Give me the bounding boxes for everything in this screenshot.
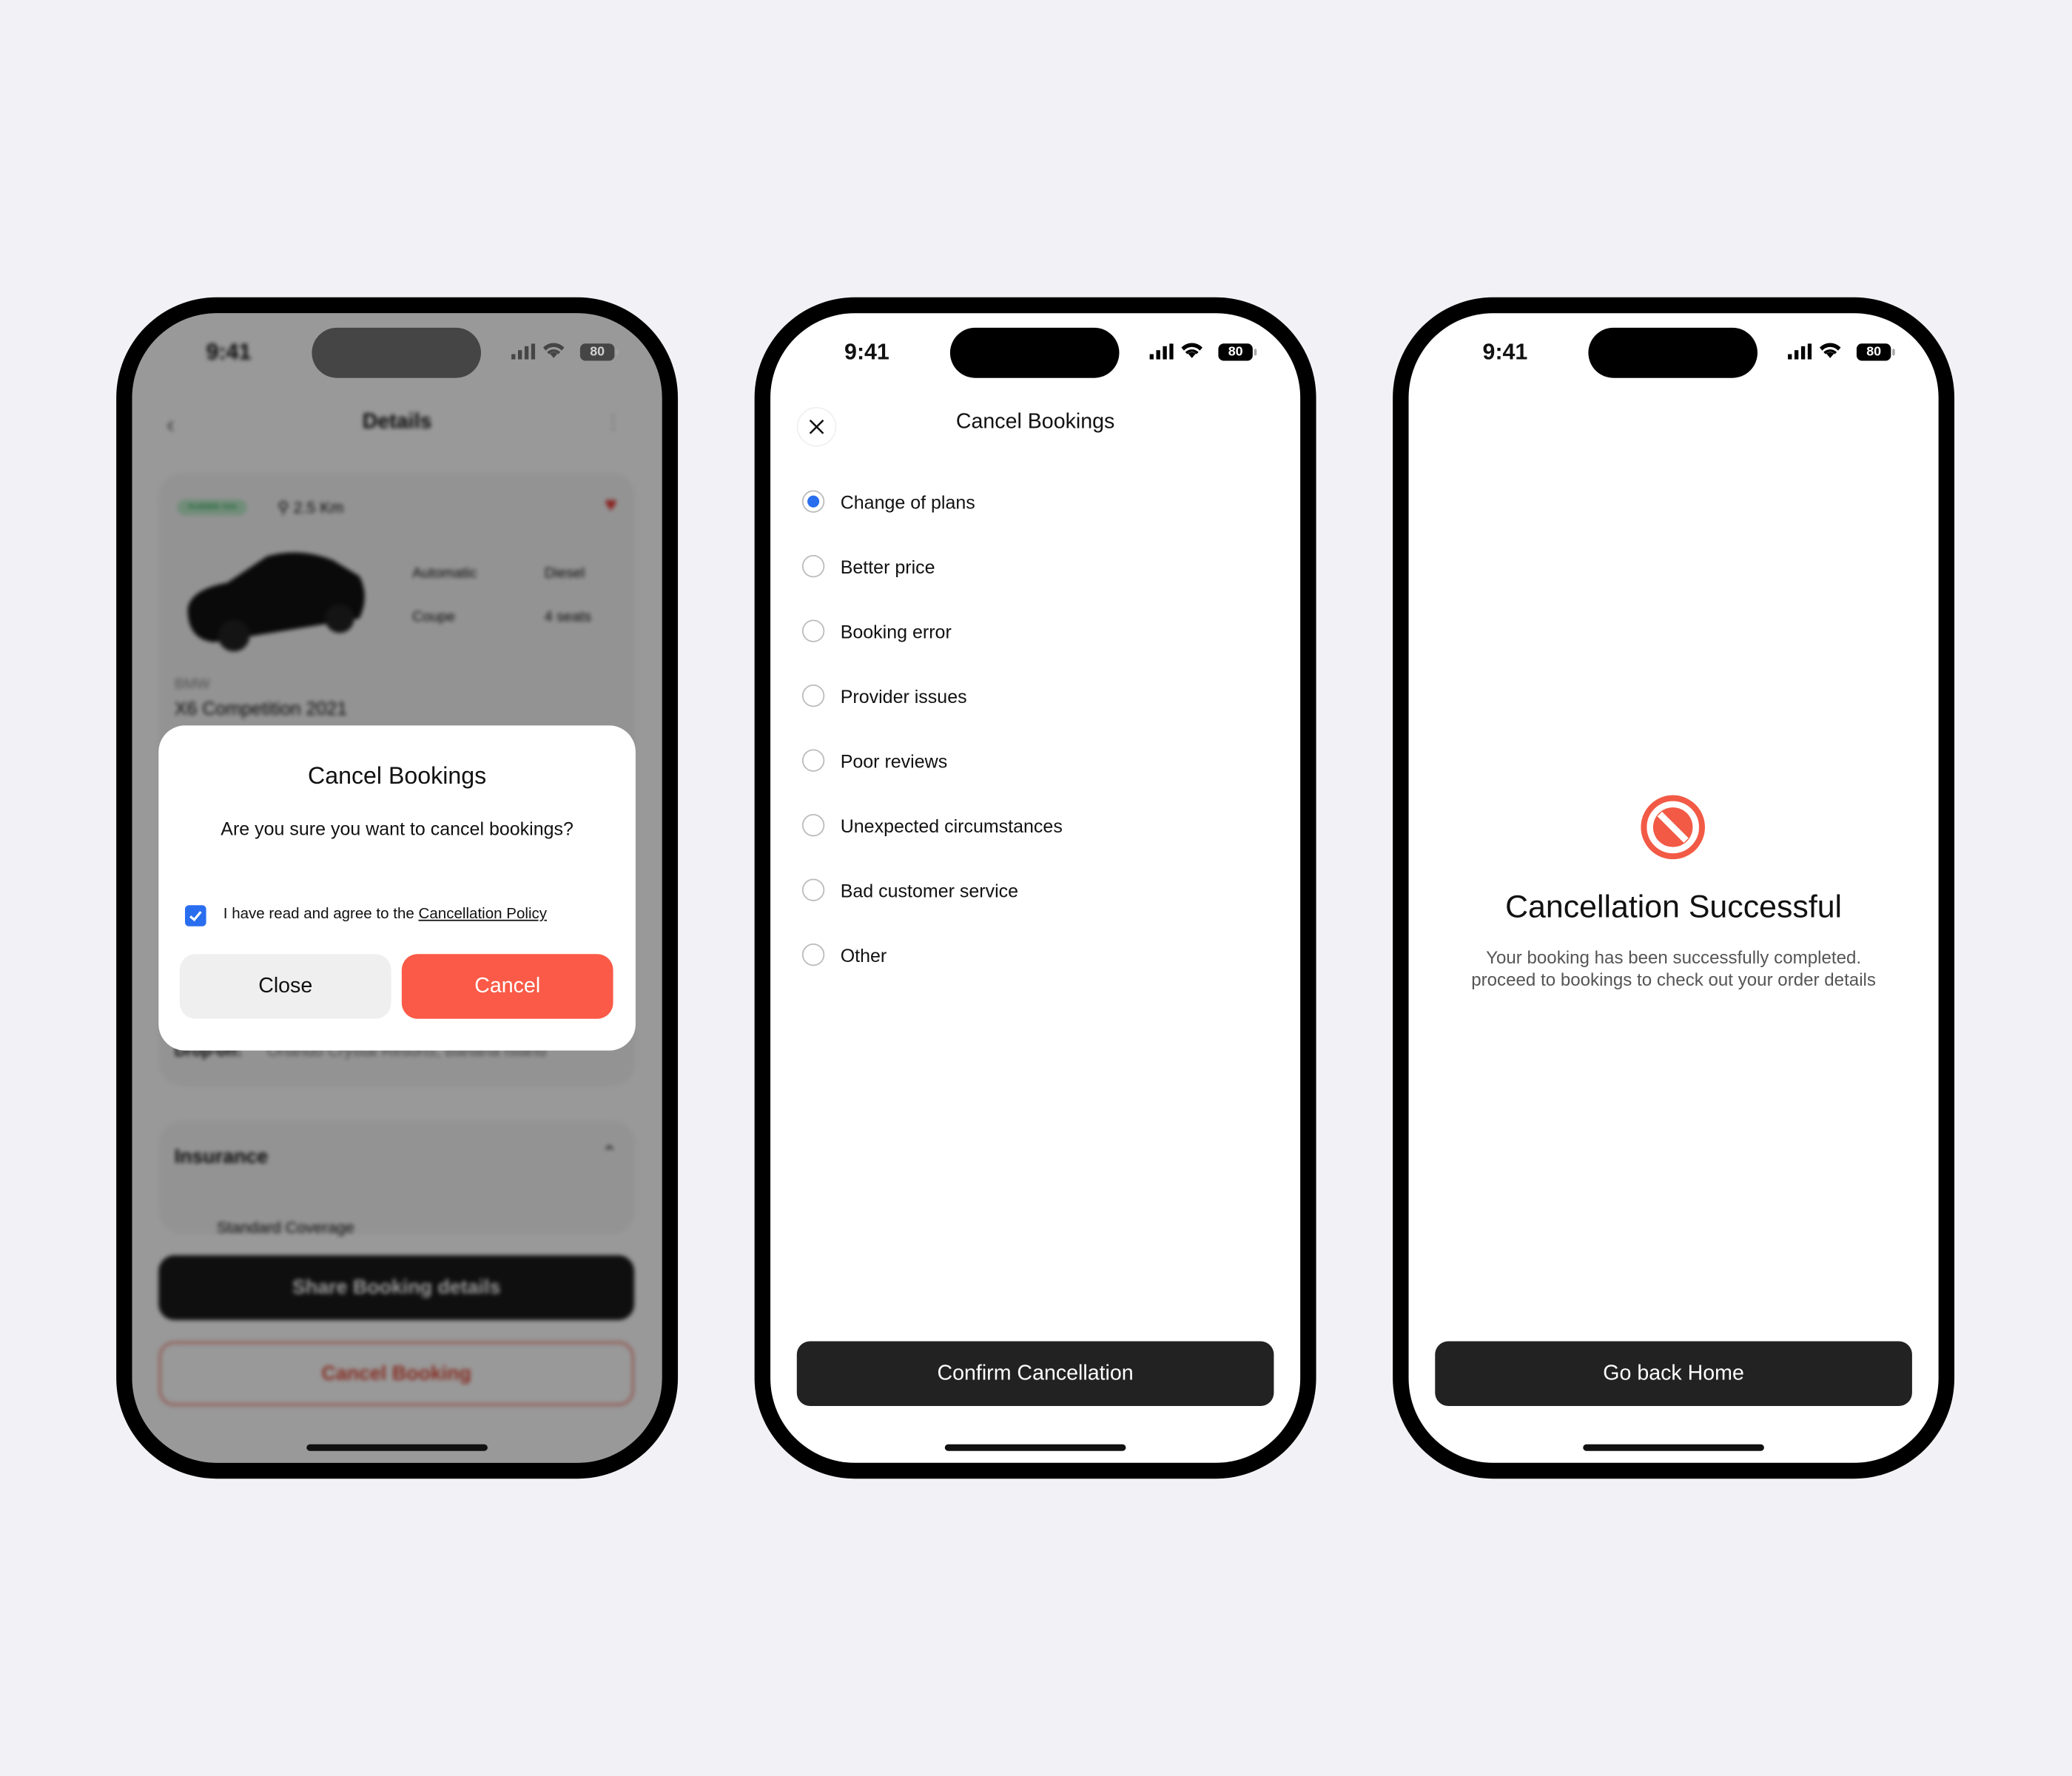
home-indicator [944,1444,1126,1451]
wifi-icon [1819,343,1841,358]
phone-cancel-reasons: 9:41 80 Cancel Bookings Change of plans B… [754,297,1316,1479]
go-home-button[interactable]: Go back Home [1435,1341,1912,1406]
screen: 9:41 ‹ Details ⋮ Available now ⚲ 2.5 Km … [132,313,662,1463]
reason-option[interactable]: Bad customer service [801,878,1019,901]
radio-button[interactable] [801,749,825,772]
screen: 9:41 80 Cancellation Successful Your boo… [1408,313,1939,1463]
battery-icon: 80 [1856,343,1895,361]
cancel-button[interactable]: Cancel [401,954,613,1019]
reason-label: Unexpected circumstances [840,814,1063,836]
reason-option[interactable]: Booking error [801,619,952,642]
modal-title: Cancel Bookings [307,762,487,790]
success-message: Your booking has been successfully compl… [1409,946,1939,992]
cancel-confirm-modal: Cancel Bookings Are you sure you want to… [158,725,636,1051]
radio-button[interactable] [801,619,825,642]
signal-icon [1149,343,1174,360]
success-line-1: Your booking has been successfully compl… [1486,947,1862,968]
confirm-cancellation-button[interactable]: Confirm Cancellation [796,1341,1274,1406]
canvas: 9:41 ‹ Details ⋮ Available now ⚲ 2.5 Km … [0,0,2072,1776]
wifi-icon [542,343,565,358]
radio-button[interactable] [801,490,825,513]
reason-option[interactable]: Better price [801,554,935,578]
close-button[interactable]: Close [179,954,391,1019]
check-icon [189,911,202,922]
dynamic-island [949,327,1120,378]
signal-icon [1788,343,1812,360]
radio-button[interactable] [801,943,825,966]
status-time: 9:41 [844,339,889,365]
success-line-2: proceed to bookings to check out your or… [1471,969,1876,990]
radio-button[interactable] [801,684,825,707]
reason-option[interactable]: Provider issues [801,684,967,707]
reason-option[interactable]: Change of plans [801,490,975,513]
cancellation-policy-link[interactable]: Cancellation Policy [419,906,548,922]
wifi-icon [1181,343,1202,358]
agree-label: I have read and agree to the Cancellatio… [223,906,547,922]
phone-success: 9:41 80 Cancellation Successful Your boo… [1393,297,1955,1479]
dynamic-island [312,327,481,378]
reason-label: Provider issues [840,684,967,707]
prohibited-icon [1641,795,1705,860]
battery-icon: 80 [579,343,619,361]
reason-label: Better price [840,555,935,577]
modal-question: Are you sure you want to cancel bookings… [221,818,574,839]
agree-text: I have read and agree to the [223,906,419,923]
battery-icon: 80 [1218,343,1257,361]
success-title: Cancellation Successful [1505,889,1843,925]
status-time: 9:41 [1482,339,1528,365]
reason-option[interactable]: Poor reviews [801,749,948,772]
home-indicator [1583,1444,1764,1451]
reason-label: Change of plans [840,491,975,512]
page-title: Cancel Bookings [955,411,1115,434]
screen: 9:41 80 Cancel Bookings Change of plans B… [770,313,1301,1463]
reason-label: Bad customer service [840,879,1019,901]
agree-checkbox[interactable] [184,905,206,926]
phone-details-modal: 9:41 ‹ Details ⋮ Available now ⚲ 2.5 Km … [116,297,679,1479]
reason-label: Other [840,944,887,966]
reason-label: Poor reviews [840,750,948,771]
dynamic-island [1588,327,1758,378]
reason-label: Booking error [840,620,952,642]
reason-option[interactable]: Other [801,943,887,966]
home-indicator [306,1444,488,1451]
signal-icon [511,343,536,360]
radio-button[interactable] [801,878,825,901]
reason-option[interactable]: Unexpected circumstances [801,813,1063,837]
radio-button[interactable] [801,554,825,578]
radio-button[interactable] [801,813,825,837]
